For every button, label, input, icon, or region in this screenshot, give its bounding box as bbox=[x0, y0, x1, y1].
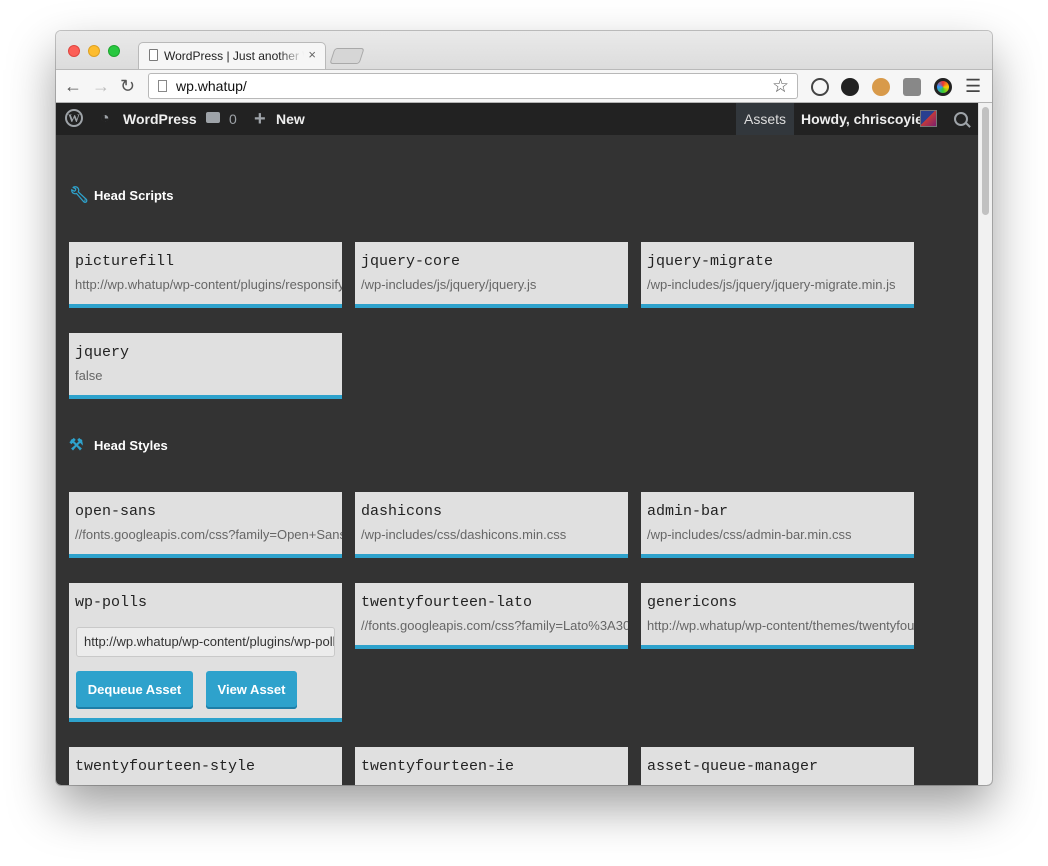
search-icon[interactable] bbox=[954, 112, 968, 126]
asset-handle: twentyfourteen-lato bbox=[361, 594, 533, 611]
asset-card[interactable]: admin-bar /wp-includes/css/admin-bar.min… bbox=[641, 492, 914, 558]
tab-strip: WordPress | Just another WordPress site … bbox=[56, 31, 992, 69]
scrollbar-thumb[interactable] bbox=[982, 107, 989, 215]
asset-card[interactable]: jquery-core /wp-includes/js/jquery/jquer… bbox=[355, 242, 628, 308]
asset-card[interactable]: dashicons /wp-includes/css/dashicons.min… bbox=[355, 492, 628, 558]
asset-src: //fonts.googleapis.com/css?family=Lato%3… bbox=[361, 618, 628, 633]
section-title: Head Styles bbox=[94, 438, 168, 453]
page-icon bbox=[158, 80, 167, 92]
back-arrow-icon[interactable]: ← bbox=[64, 75, 82, 97]
view-asset-button[interactable]: View Asset bbox=[206, 671, 297, 709]
extension-color-picker-icon[interactable] bbox=[934, 78, 952, 96]
plus-icon[interactable]: + bbox=[254, 103, 266, 135]
browser-toolbar: ← → ↻ wp.whatup/ ☆ ☰ bbox=[56, 69, 992, 103]
asset-handle: genericons bbox=[647, 594, 738, 611]
new-content-link[interactable]: New bbox=[276, 103, 305, 135]
dequeue-asset-button[interactable]: Dequeue Asset bbox=[76, 671, 193, 709]
asset-handle: twentyfourteen-ie bbox=[361, 758, 515, 775]
url-text[interactable]: wp.whatup/ bbox=[176, 78, 247, 94]
tab-title: WordPress | Just another WordPress site bbox=[164, 49, 304, 63]
asset-card[interactable]: jquery false bbox=[69, 333, 342, 399]
asset-handle: picturefill bbox=[75, 253, 175, 270]
asset-handle: asset-queue-manager bbox=[647, 758, 819, 775]
reload-icon[interactable]: ↻ bbox=[120, 75, 135, 97]
asset-handle: jquery-migrate bbox=[647, 253, 774, 270]
browser-tab[interactable]: WordPress | Just another WordPress site … bbox=[138, 42, 326, 69]
asset-handle: jquery bbox=[75, 344, 130, 361]
asset-card-expanded[interactable]: wp-polls http://wp.whatup/wp-content/plu… bbox=[69, 583, 342, 722]
asset-src: /wp-includes/js/jquery/jquery.js bbox=[361, 277, 537, 292]
paintbrush-icon: ⚒︎ bbox=[69, 437, 84, 454]
asset-handle: dashicons bbox=[361, 503, 443, 520]
asset-src: //fonts.googleapis.com/css?family=Open+S… bbox=[75, 527, 342, 542]
asset-handle: admin-bar bbox=[647, 503, 729, 520]
asset-card[interactable]: jquery-migrate /wp-includes/js/jquery/jq… bbox=[641, 242, 914, 308]
account-menu[interactable]: Howdy, chriscoyier bbox=[801, 103, 928, 135]
extension-sync-icon[interactable] bbox=[841, 78, 859, 96]
extension-cookie-icon[interactable] bbox=[872, 78, 890, 96]
wp-admin-bar: W ◔ WordPress 0 + New Assets Howdy, chri… bbox=[56, 103, 978, 135]
asset-card[interactable]: asset-queue-manager bbox=[641, 747, 914, 785]
zoom-window-button[interactable] bbox=[108, 45, 120, 57]
asset-handle: twentyfourteen-style bbox=[75, 758, 256, 775]
asset-card[interactable]: twentyfourteen-lato //fonts.googleapis.c… bbox=[355, 583, 628, 649]
bookmark-star-icon[interactable]: ☆ bbox=[772, 75, 789, 98]
site-name-link[interactable]: WordPress bbox=[123, 103, 197, 135]
extension-info-icon[interactable] bbox=[811, 78, 829, 96]
browser-window: WordPress | Just another WordPress site … bbox=[56, 31, 992, 785]
wordpress-logo-icon[interactable]: W bbox=[65, 109, 83, 127]
asset-card[interactable]: twentyfourteen-style bbox=[69, 747, 342, 785]
comment-count[interactable]: 0 bbox=[229, 103, 237, 135]
asset-src: /wp-includes/css/admin-bar.min.css bbox=[647, 527, 852, 542]
asset-card[interactable]: picturefill http://wp.whatup/wp-content/… bbox=[69, 242, 342, 308]
chrome-menu-icon[interactable]: ☰ bbox=[965, 76, 981, 97]
section-title: Head Scripts bbox=[94, 188, 174, 203]
asset-handle: open-sans bbox=[75, 503, 157, 520]
wrench-icon: 🔧︎ bbox=[69, 187, 90, 204]
avatar[interactable] bbox=[920, 110, 937, 127]
asset-url-field[interactable]: http://wp.whatup/wp-content/plugins/wp-p… bbox=[76, 627, 335, 657]
asset-card[interactable]: twentyfourteen-ie bbox=[355, 747, 628, 785]
page-icon bbox=[149, 49, 158, 61]
asset-card[interactable]: genericons http://wp.whatup/wp-content/t… bbox=[641, 583, 914, 649]
asset-src: /wp-includes/css/dashicons.min.css bbox=[361, 527, 567, 542]
address-bar[interactable]: wp.whatup/ ☆ bbox=[148, 73, 798, 99]
asset-src: http://wp.whatup/wp-content/plugins/resp… bbox=[75, 277, 342, 292]
asset-src: /wp-includes/js/jquery/jquery-migrate.mi… bbox=[647, 277, 896, 292]
asset-src: false bbox=[75, 368, 103, 383]
extension-coffee-icon[interactable] bbox=[903, 78, 921, 96]
comment-icon[interactable] bbox=[206, 112, 220, 123]
vertical-scrollbar[interactable] bbox=[978, 103, 992, 785]
forward-arrow-icon[interactable]: → bbox=[92, 75, 110, 97]
asset-card[interactable]: open-sans //fonts.googleapis.com/css?fam… bbox=[69, 492, 342, 558]
assets-menu-item[interactable]: Assets bbox=[736, 103, 794, 135]
asset-handle: jquery-core bbox=[361, 253, 461, 270]
close-window-button[interactable] bbox=[68, 45, 80, 57]
dashboard-icon[interactable]: ◔ bbox=[100, 103, 110, 135]
asset-src: http://wp.whatup/wp-content/themes/twent… bbox=[647, 618, 914, 633]
tab-close-icon[interactable]: × bbox=[308, 47, 316, 62]
asset-handle: wp-polls bbox=[75, 594, 148, 611]
page-viewport: W ◔ WordPress 0 + New Assets Howdy, chri… bbox=[56, 103, 992, 785]
minimize-window-button[interactable] bbox=[88, 45, 100, 57]
new-tab-button[interactable] bbox=[329, 48, 365, 64]
